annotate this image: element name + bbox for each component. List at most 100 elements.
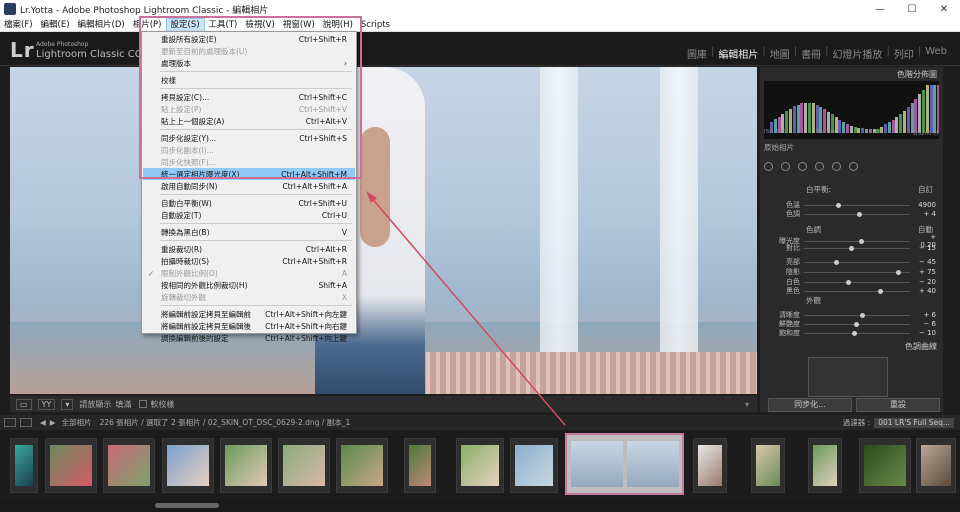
histogram-header[interactable]: 色階分佈圖 bbox=[897, 69, 937, 80]
module-4[interactable]: 幻燈片播放 bbox=[829, 46, 885, 61]
filter-select[interactable]: 001 LR'S Full Seq... bbox=[874, 417, 954, 428]
module-0[interactable]: 圖庫 bbox=[684, 46, 710, 61]
slider-track[interactable] bbox=[804, 321, 910, 327]
slider-track[interactable] bbox=[804, 245, 910, 251]
settings-menu-item[interactable]: 調換編輯前後的設定 Ctrl+Alt+Shift+向上鍵 bbox=[143, 332, 355, 344]
filmstrip-thumb[interactable] bbox=[336, 438, 388, 493]
selected-thumb-2[interactable] bbox=[627, 441, 679, 487]
loupe-view-button[interactable]: ▭ bbox=[16, 398, 32, 410]
selected-thumb-1[interactable] bbox=[571, 441, 623, 487]
slider-value[interactable]: + 40 bbox=[914, 287, 936, 295]
toolbar-menu-icon[interactable]: ▾ bbox=[745, 400, 749, 409]
slider-value[interactable]: 4900 bbox=[914, 201, 936, 209]
filmstrip-thumb[interactable] bbox=[751, 438, 785, 493]
settings-menu-item[interactable]: 重設所有設定(E) Ctrl+Shift+R bbox=[143, 33, 355, 45]
close-button[interactable]: ✕ bbox=[928, 0, 960, 18]
slider-track[interactable] bbox=[804, 288, 910, 294]
scrollbar-thumb[interactable] bbox=[155, 503, 219, 508]
minimize-button[interactable]: — bbox=[864, 0, 896, 18]
slider-value[interactable]: − 6 bbox=[914, 320, 936, 328]
filmstrip-thumb[interactable] bbox=[859, 438, 911, 493]
menu-4[interactable]: 設定(S) bbox=[165, 17, 205, 32]
spot-removal-icon[interactable] bbox=[781, 161, 790, 171]
slider-thumb[interactable] bbox=[846, 279, 852, 285]
settings-menu-item[interactable]: 轉換為黑白(B) V bbox=[143, 226, 355, 238]
module-6[interactable]: Web bbox=[922, 46, 950, 61]
settings-menu-item[interactable]: 重設裁切(R) Ctrl+Alt+R bbox=[143, 243, 355, 255]
filmstrip-thumb[interactable] bbox=[220, 438, 272, 493]
settings-menu-item[interactable]: 自動白平衡(W) Ctrl+Shift+U bbox=[143, 197, 355, 209]
slider-track[interactable] bbox=[804, 238, 910, 244]
slider-thumb[interactable] bbox=[833, 259, 839, 265]
second-window-icon[interactable] bbox=[20, 418, 32, 427]
filmstrip-thumb[interactable] bbox=[510, 438, 558, 493]
filmstrip-thumb[interactable] bbox=[10, 438, 38, 493]
settings-menu-item[interactable]: 統一選定相片曝光度(X) Ctrl+Alt+Shift+M bbox=[143, 168, 355, 180]
settings-menu-item[interactable]: 處理版本 › bbox=[143, 57, 355, 69]
filmstrip-thumb[interactable] bbox=[808, 438, 842, 493]
settings-menu-item[interactable]: 同步化設定(Y)... Ctrl+Shift+S bbox=[143, 132, 355, 144]
filmstrip-thumb[interactable] bbox=[45, 438, 97, 493]
menu-8[interactable]: 說明(H) bbox=[319, 18, 357, 32]
menu-1[interactable]: 編輯(E) bbox=[37, 18, 74, 32]
slider-track[interactable] bbox=[804, 312, 910, 318]
slider-thumb[interactable] bbox=[857, 211, 862, 217]
filmstrip-thumb[interactable] bbox=[693, 438, 727, 493]
filmstrip-thumb[interactable] bbox=[916, 438, 956, 493]
sync-button[interactable]: 同步化... bbox=[768, 398, 852, 412]
settings-menu-item[interactable]: 將編輯前設定拷貝至編輯後 Ctrl+Alt+Shift+向右鍵 bbox=[143, 320, 355, 332]
slider-track[interactable] bbox=[804, 279, 910, 285]
filmstrip-thumb[interactable] bbox=[278, 438, 330, 493]
crop-tool-icon[interactable] bbox=[764, 161, 773, 171]
slider-track[interactable] bbox=[804, 330, 910, 336]
slider-thumb[interactable] bbox=[860, 312, 866, 318]
settings-menu-item[interactable]: 按相同的外觀比例裁切(H) Shift+A bbox=[143, 279, 355, 291]
slider-value[interactable]: + 6 bbox=[914, 311, 936, 319]
filmstrip-thumb[interactable] bbox=[162, 438, 214, 493]
grid-view-icon[interactable] bbox=[4, 418, 16, 427]
zoom-fill-label[interactable]: 填滿 bbox=[115, 399, 131, 410]
menu-0[interactable]: 檔案(F) bbox=[0, 18, 37, 32]
settings-menu-item[interactable]: 自動設定(T) Ctrl+U bbox=[143, 209, 355, 221]
module-5[interactable]: 列印 bbox=[891, 46, 917, 61]
tone-curve-graph[interactable] bbox=[808, 357, 888, 397]
compare-view-button[interactable]: YY bbox=[37, 398, 56, 410]
graduated-filter-icon[interactable] bbox=[815, 161, 824, 171]
module-3[interactable]: 書冊 bbox=[798, 46, 824, 61]
filmstrip-thumb[interactable] bbox=[456, 438, 504, 493]
slider-value[interactable]: + 75 bbox=[914, 268, 936, 276]
before-after-button[interactable]: ▾ bbox=[61, 398, 74, 410]
menu-3[interactable]: 相片(P) bbox=[129, 18, 166, 32]
module-2[interactable]: 地圖 bbox=[767, 46, 793, 61]
settings-menu-item[interactable]: 拍攝時裁切(S) Ctrl+Alt+Shift+R bbox=[143, 255, 355, 267]
slider-track[interactable] bbox=[804, 259, 910, 265]
slider-value[interactable]: − 15 bbox=[914, 244, 936, 252]
maximize-button[interactable]: ☐ bbox=[896, 0, 928, 18]
redeye-icon[interactable] bbox=[798, 161, 807, 171]
slider-value[interactable]: + 4 bbox=[914, 210, 936, 218]
source-label[interactable]: 全部相片 bbox=[62, 417, 92, 428]
slider-thumb[interactable] bbox=[853, 321, 859, 327]
brush-icon[interactable] bbox=[849, 161, 858, 171]
tone-curve-header[interactable]: 色調曲線 bbox=[905, 341, 937, 352]
filmstrip-thumb[interactable] bbox=[404, 438, 436, 493]
slider-value[interactable]: − 20 bbox=[914, 278, 936, 286]
back-arrow-icon[interactable]: ◀ bbox=[40, 418, 46, 427]
menu-2[interactable]: 編輯相片(D) bbox=[74, 18, 129, 32]
slider-track[interactable] bbox=[804, 269, 910, 275]
settings-menu-item[interactable]: 啟用自動同步(N) Ctrl+Alt+Shift+A bbox=[143, 180, 355, 192]
wb-value[interactable]: 自訂 bbox=[918, 184, 933, 195]
slider-value[interactable]: − 10 bbox=[914, 329, 936, 337]
slider-track[interactable] bbox=[804, 202, 910, 208]
slider-thumb[interactable] bbox=[851, 330, 857, 336]
menu-9[interactable]: Scripts bbox=[357, 18, 394, 32]
menu-5[interactable]: 工具(T) bbox=[205, 18, 242, 32]
forward-arrow-icon[interactable]: ▶ bbox=[50, 418, 56, 427]
menu-6[interactable]: 檢視(V) bbox=[241, 18, 278, 32]
slider-track[interactable] bbox=[804, 211, 910, 217]
slider-thumb[interactable] bbox=[896, 269, 902, 275]
settings-menu-item[interactable]: 將編輯前設定拷貝至編輯前 Ctrl+Alt+Shift+向左鍵 bbox=[143, 308, 355, 320]
reset-button[interactable]: 重設 bbox=[856, 398, 940, 412]
module-1[interactable]: 編輯相片 bbox=[715, 46, 761, 61]
filmstrip-scrollbar[interactable] bbox=[0, 500, 960, 512]
